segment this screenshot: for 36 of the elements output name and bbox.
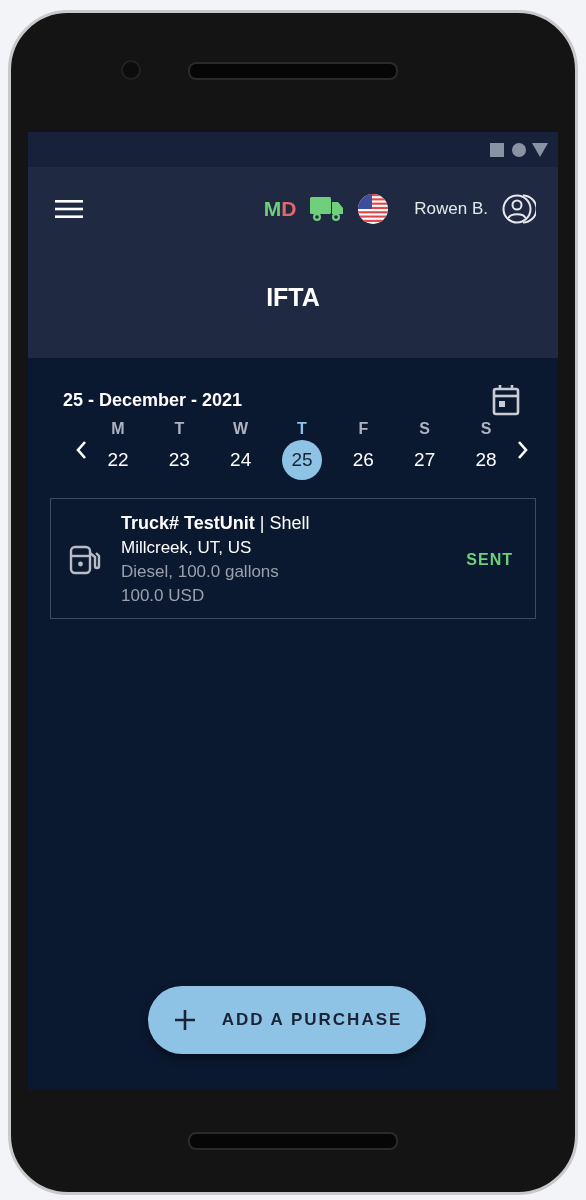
add-purchase-button[interactable]: ADD A PURCHASE [147,986,427,1054]
day-button[interactable]: 26 [343,440,384,480]
page-title: IFTA [265,283,321,312]
purchase-card[interactable]: Truck# TestUnit | Shell Millcreek, UT, US Diesel, 100.0 gallons 100.0 USD SENT [50,498,536,619]
weekday-label: F [358,420,369,438]
selected-date: 25 - December - 2021 [63,389,243,411]
day-button[interactable]: 28 [465,440,506,480]
day-button[interactable]: 22 [98,440,138,480]
purchase-fuel: Diesel, 100.0 gallons [121,562,280,582]
plus-icon [173,1009,196,1031]
weekday-label: M [111,420,125,438]
system-status-icons [490,141,548,158]
weekday-label: T [174,420,185,438]
day-button[interactable]: 24 [220,440,261,480]
status-letter: D [281,197,297,221]
status-letter: M [263,197,282,221]
previous-week-icon[interactable] [74,439,88,461]
purchase-title: Truck# TestUnit | Shell [121,513,311,534]
weekday-label: W [233,420,249,438]
purchase-location: Millcreek, UT, US [121,538,253,558]
purchase-amount: 100.0 USD [121,586,206,606]
next-week-icon[interactable] [516,439,530,461]
menu-icon[interactable] [55,199,83,219]
calendar-icon[interactable] [492,384,520,416]
weekday-label: S [480,420,492,438]
day-button[interactable]: 23 [159,440,200,480]
flag-icon[interactable] [358,194,389,224]
weekday-label: S [419,420,430,438]
weekday-label: T [297,420,307,438]
purchase-status: SENT [466,550,513,569]
account-icon[interactable] [502,193,536,225]
day-button[interactable]: 27 [404,440,445,480]
user-name: Rowen B. [414,199,488,219]
truck-icon[interactable] [310,196,345,222]
day-button[interactable]: 25 [282,440,322,480]
fuel-pump-icon [69,544,101,575]
